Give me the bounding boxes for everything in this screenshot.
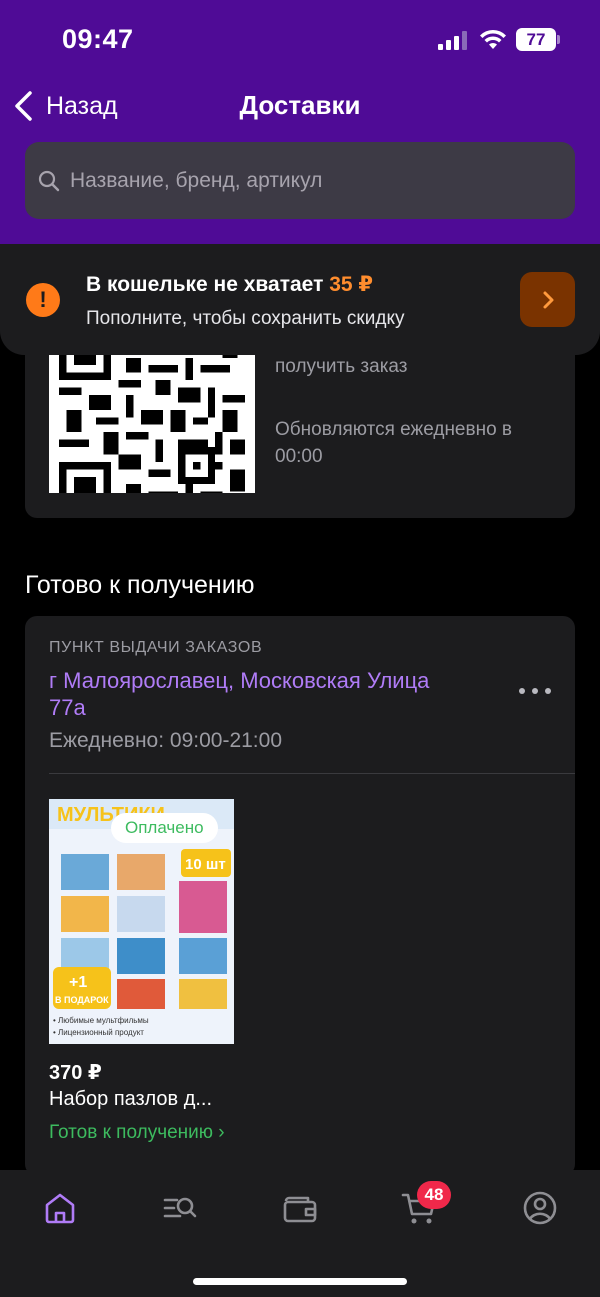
- wifi-icon: [480, 29, 506, 49]
- qr-hint: получить заказ: [275, 356, 408, 377]
- chevron-right-icon: [543, 291, 553, 308]
- home-icon: [45, 1193, 75, 1224]
- qr-code[interactable]: [49, 340, 255, 493]
- status-time: 09:47: [62, 24, 134, 54]
- more-options-button[interactable]: [517, 680, 553, 702]
- cart-badge: 48: [417, 1181, 451, 1209]
- tab-home[interactable]: [40, 1188, 80, 1228]
- search-input[interactable]: [70, 168, 550, 193]
- search-icon: [38, 170, 60, 191]
- wallet-subtitle: Пополните, чтобы сохранить скидку: [86, 308, 405, 329]
- tab-profile[interactable]: [520, 1188, 560, 1228]
- qr-card: получить заказ Обновляются ежедневно в 0…: [25, 330, 575, 518]
- image-count-text: 10 шт: [185, 856, 226, 873]
- pickup-hours: Ежедневно: 09:00-21:00: [49, 729, 282, 752]
- wallet-topup-button[interactable]: [520, 272, 575, 327]
- paid-badge: Оплачено: [111, 813, 218, 843]
- page-title: Доставки: [239, 90, 361, 120]
- wallet-amount: 35 ₽: [329, 273, 374, 296]
- search-bar[interactable]: [25, 142, 575, 219]
- divider: [49, 773, 575, 774]
- pickup-address[interactable]: г Малоярославец, Московская Улица 77а: [49, 667, 449, 721]
- profile-icon: [523, 1191, 557, 1225]
- wallet-banner[interactable]: ! В кошельке не хватает 35 ₽ Пополните, …: [0, 244, 600, 355]
- image-note-2: • Лицензионный продукт: [53, 1028, 144, 1037]
- pickup-label: ПУНКТ ВЫДАЧИ ЗАКАЗОВ: [49, 639, 263, 656]
- header: 09:47 77 Назад Доставки: [0, 0, 600, 244]
- home-indicator[interactable]: [193, 1278, 407, 1285]
- battery-level: 77: [516, 28, 556, 51]
- product-image[interactable]: МУЛЬТИКИ 10 шт +1 В ПОДАРОК • Любимые му…: [49, 799, 234, 1044]
- product-price: 370 ₽: [49, 1062, 102, 1084]
- product-name[interactable]: Набор пазлов д...: [49, 1088, 212, 1111]
- image-gift-text: В ПОДАРОК: [55, 995, 109, 1005]
- tab-catalog[interactable]: [160, 1188, 200, 1228]
- image-note-1: • Любимые мультфильмы: [53, 1016, 149, 1025]
- tab-wallet[interactable]: [280, 1188, 320, 1228]
- status-bar: 09:47 77: [0, 0, 600, 80]
- image-gift-plus: +1: [69, 974, 87, 991]
- product-status-link[interactable]: Готов к получению ›: [49, 1121, 249, 1145]
- wallet-title: В кошельке не хватает 35 ₽: [86, 273, 374, 296]
- section-title: Готово к получению: [25, 571, 255, 599]
- qr-refresh-note: Обновляются ежедневно в 00:00: [275, 419, 513, 467]
- battery-icon: 77: [516, 28, 560, 51]
- wallet-icon: [283, 1196, 317, 1223]
- search-catalog-icon: [163, 1197, 197, 1218]
- warning-icon: !: [26, 283, 60, 317]
- pickup-card: ПУНКТ ВЫДАЧИ ЗАКАЗОВ г Малоярославец, Мо…: [25, 616, 575, 1176]
- signal-icon: [438, 30, 468, 50]
